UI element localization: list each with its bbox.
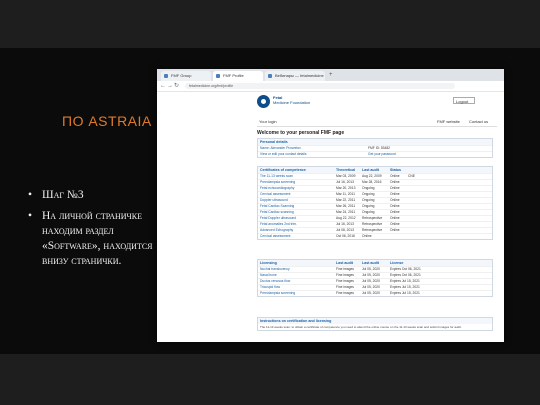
new-tab-button[interactable]: + — [329, 71, 333, 79]
personal-details-box: Personal details Name: Alexander Prosvet… — [257, 138, 493, 158]
logout-select[interactable]: Logout — [453, 97, 475, 104]
menu-your-login[interactable]: Your login — [259, 119, 277, 124]
row-cell: Jul 05, 2020 — [362, 291, 380, 295]
tab-webinars[interactable]: Вебинары — fetalmedicine — [265, 71, 325, 81]
instructions-box: Instructions on certification and licens… — [257, 317, 493, 331]
bullet-instruction: На личной страничке находим раздел «Soft… — [28, 209, 160, 269]
forward-arrow-icon[interactable]: → — [167, 82, 173, 90]
row-label-link[interactable]: Preeclampsia screening — [260, 291, 295, 296]
welcome-heading: Welcome to your personal FMF page — [257, 130, 345, 136]
fmf-logo-icon — [257, 95, 270, 108]
licensing-rows: Nuchal translucency Fine images Jul 05, 20… — [258, 266, 492, 296]
tab-favicon-icon — [164, 74, 168, 78]
certificates-box: Certificates of competence Theoretical L… — [257, 166, 493, 240]
bullet-step: Шаг №3 — [28, 188, 160, 203]
brand-line2: Medicine Foundation — [273, 100, 311, 105]
certificates-rows: The 11-13 weeks scan Mar 03, 2009 Aug 22, … — [258, 173, 492, 239]
tab-favicon-icon — [268, 74, 272, 78]
address-bar: ← → ↻ fetalmedicine.org/fmf/profile — [157, 81, 504, 92]
licensing-title: Licensing — [260, 261, 277, 265]
bullet-list: Шаг №3 На личной страничке находим разде… — [28, 188, 160, 275]
contact-details-link[interactable]: View or edit your contact details — [260, 152, 307, 157]
url-field[interactable]: fetalmedicine.org/fmf/profile — [185, 83, 455, 89]
browser-screenshot: FMF Group FMF Profile Вебинары — fetalme… — [157, 69, 504, 342]
menu-contact-us[interactable]: Contact us — [469, 119, 488, 124]
table-row: Preeclampsia screening Fine images Jul 05,… — [258, 290, 492, 296]
tab-label: FMF Profile — [223, 73, 244, 78]
tab-label: Вебинары — fetalmedicine — [275, 73, 324, 78]
table-row: View or edit your contact details Get you… — [258, 151, 492, 157]
row-cell: Online — [362, 234, 372, 238]
row-cell: Expires Jul 15, 2021 — [390, 291, 420, 295]
licensing-box: Licensing Last audit Last audit License … — [257, 259, 493, 297]
back-arrow-icon[interactable]: ← — [160, 82, 166, 90]
certificates-title: Certificates of competence — [260, 168, 306, 172]
row-cell: Fine images — [336, 291, 354, 295]
row-cell: Oct 06, 2016 — [336, 234, 355, 238]
instructions-text: The 11-13 weeks scan: to obtain a certif… — [260, 325, 462, 329]
tab-fmf-profile[interactable]: FMF Profile — [213, 71, 263, 81]
tab-bar: FMF Group FMF Profile Вебинары — fetalme… — [157, 69, 504, 81]
tab-label: FMF Group — [171, 73, 192, 78]
page-menu: Your login FMF website Contact us — [257, 117, 497, 127]
row-label-link[interactable]: Cervical assessment — [260, 234, 290, 239]
slide-title: ПО ASTRAIA — [62, 113, 152, 129]
tab-fmf-group[interactable]: FMF Group — [161, 71, 211, 81]
reload-icon[interactable]: ↻ — [174, 82, 179, 90]
table-row: Cervical assessment Oct 06, 2016 Online — [258, 233, 492, 239]
tab-favicon-icon — [216, 74, 220, 78]
password-link[interactable]: Get your password — [368, 152, 396, 157]
menu-fmf-website[interactable]: FMF website — [437, 119, 460, 124]
